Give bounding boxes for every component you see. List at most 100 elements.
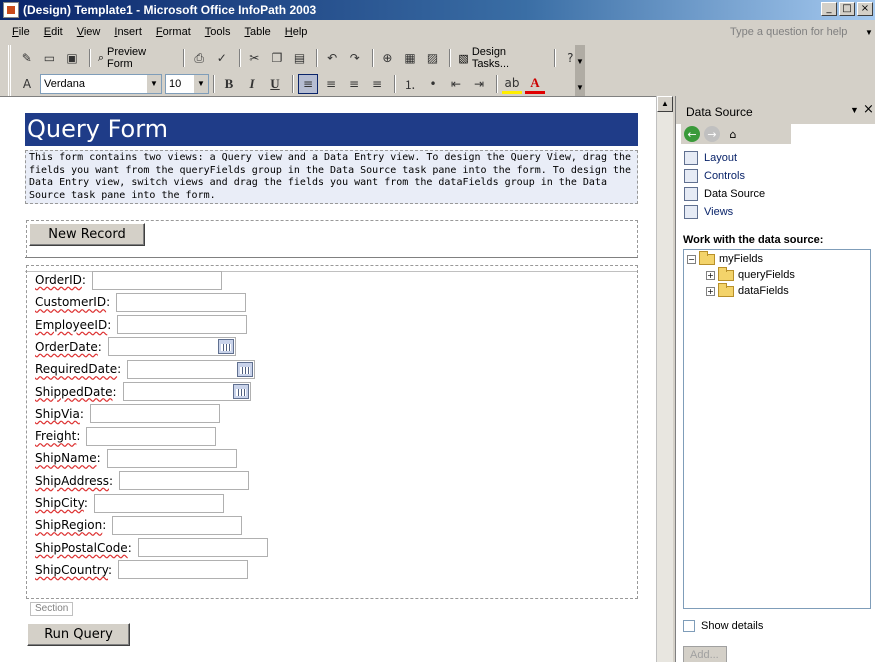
run-query-button[interactable]: Run Query [27,623,130,646]
field-label-name: CustomerID [35,295,107,310]
add-button[interactable]: Add... [683,646,727,662]
underline-button[interactable]: U [265,74,285,94]
forward-icon[interactable]: → [704,126,720,142]
toolbar-separator [394,75,396,93]
font-name-combo[interactable]: Verdana ▼ [40,74,162,94]
field-label: EmployeeID: [35,317,112,332]
insert-table-icon[interactable]: ▦ [400,48,420,68]
show-details-checkbox[interactable] [683,620,695,632]
close-button[interactable]: × [857,2,873,16]
query-fields-section[interactable]: OrderID: CustomerID: EmployeeID: OrderDate:… [26,265,638,599]
open-icon[interactable]: ▭ [40,48,60,68]
calendar-icon[interactable] [237,361,254,377]
preview-form-button[interactable]: ⌕ Preview Form [95,46,176,70]
toolbar-options-icon[interactable]: ▼ [575,71,585,97]
tp-link-data-source[interactable]: Data Source [684,185,765,203]
font-color-button[interactable]: A [525,74,545,94]
print-icon[interactable]: ⎙ [189,48,209,68]
design-tasks-button[interactable]: ▧ Design Tasks... [455,46,547,70]
tree-node-root[interactable]: − myFields [687,250,763,267]
align-center-icon[interactable]: ≡ [321,74,341,94]
expand-icon[interactable]: + [706,286,715,296]
increase-indent-icon[interactable]: ⇥ [469,74,489,94]
toolbar-options-icon[interactable]: ▼ [575,45,585,71]
scroll-up-icon[interactable]: ▲ [657,96,673,112]
expand-icon[interactable]: + [706,270,715,280]
text-field[interactable] [118,560,249,580]
vertical-scrollbar[interactable]: ▲ [656,96,673,662]
text-field[interactable] [116,292,247,312]
highlight-icon[interactable]: ab [502,74,522,94]
align-left-icon[interactable]: ≡ [298,74,318,94]
cut-icon[interactable]: ✂ [245,48,265,68]
text-field[interactable] [112,515,243,535]
calendar-icon[interactable] [232,384,249,399]
chevron-down-icon[interactable]: ▼ [194,75,208,93]
data-source-tree[interactable]: − myFields + queryFields + dataFields [683,249,871,609]
minimize-button[interactable]: _ [821,2,837,16]
tree-node-queryfields[interactable]: + queryFields [706,266,795,283]
align-right-icon[interactable]: ≡ [344,74,364,94]
styles-icon[interactable]: A [17,74,37,94]
italic-button[interactable]: I [242,74,262,94]
bulleted-list-icon[interactable]: • [423,74,443,94]
task-pane-menu-icon[interactable]: ▼ [850,105,859,115]
justify-icon[interactable]: ≡ [367,74,387,94]
chevron-down-icon[interactable]: ▼ [147,75,161,93]
text-field[interactable] [119,471,250,491]
text-field[interactable] [89,404,220,424]
calendar-icon[interactable] [217,339,234,355]
spelling-icon[interactable]: ✓ [212,48,232,68]
text-field[interactable] [91,270,222,290]
menu-help[interactable]: Help [285,26,308,38]
menu-file[interactable]: File [12,26,30,38]
paste-icon[interactable]: ▤ [290,48,310,68]
home-icon[interactable]: ⌂ [724,126,742,142]
hyperlink-icon[interactable]: ⊕ [378,48,398,68]
copy-icon[interactable]: ❐ [267,48,287,68]
numbered-list-icon[interactable]: ⒈ [400,74,420,94]
back-icon[interactable]: ← [684,126,700,142]
close-icon[interactable]: × [863,102,874,117]
text-field[interactable] [106,448,237,468]
undo-icon[interactable]: ↶ [322,48,342,68]
decrease-indent-icon[interactable]: ⇤ [446,74,466,94]
show-details-toggle[interactable]: Show details [683,620,763,632]
menu-insert[interactable]: Insert [114,26,142,38]
font-size-combo[interactable]: 10 ▼ [165,74,209,94]
window-controls: _ □ × [821,2,873,16]
form-description[interactable]: This form contains two views: a Query vi… [25,150,638,204]
form-title[interactable]: Query Form [25,113,638,146]
date-picker-field[interactable] [107,337,236,357]
tp-link-controls[interactable]: Controls [684,167,745,185]
new-record-button[interactable]: New Record [29,223,145,246]
menu-edit[interactable]: Edit [44,26,63,38]
menu-table[interactable]: Table [244,26,270,38]
text-field[interactable] [117,315,248,335]
help-search-box[interactable]: Type a question for help ▼ [637,20,875,44]
redo-icon[interactable]: ↷ [345,48,365,68]
text-field[interactable] [137,538,268,558]
date-picker-field[interactable] [127,359,256,379]
menu-format[interactable]: Format [156,26,191,38]
insert-picture-icon[interactable]: ▨ [423,48,443,68]
design-form-icon[interactable]: ✎ [17,48,37,68]
tp-link-layout[interactable]: Layout [684,149,737,167]
collapse-icon[interactable]: − [687,254,696,264]
text-field[interactable] [93,493,224,513]
infopath-app-icon[interactable] [3,2,19,18]
field-label-name: Freight [35,429,77,444]
tp-link-views[interactable]: Views [684,203,733,221]
save-icon[interactable]: ▣ [62,48,82,68]
tree-node-datafields[interactable]: + dataFields [706,282,789,299]
bold-button[interactable]: B [219,74,239,94]
date-picker-field[interactable] [122,382,251,401]
maximize-button[interactable]: □ [839,2,855,16]
toolbar-separator [371,49,374,67]
help-dropdown-icon[interactable]: ▼ [865,28,873,37]
form-canvas[interactable]: Query Form This form contains two views:… [0,96,656,662]
text-field[interactable] [86,426,217,446]
menu-tools[interactable]: Tools [205,26,231,38]
menu-view[interactable]: View [77,26,101,38]
new-record-section[interactable]: New Record [26,220,638,258]
